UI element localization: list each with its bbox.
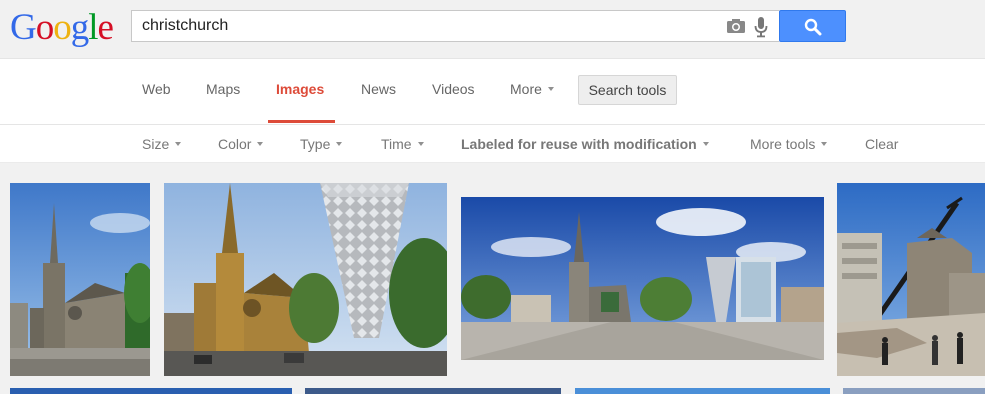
result-image-chalice-sculpture[interactable] xyxy=(164,183,447,376)
header-bar: Google xyxy=(0,0,985,59)
vertical-nav-bar: Web Maps Images News Videos More Search … xyxy=(0,59,985,125)
tab-web[interactable]: Web xyxy=(142,81,171,97)
tab-more-label: More xyxy=(510,81,542,97)
tool-clear[interactable]: Clear xyxy=(865,136,898,152)
tool-time[interactable]: Time xyxy=(381,136,424,152)
tool-more-tools[interactable]: More tools xyxy=(750,136,828,152)
result-image-earthquake-damage[interactable] xyxy=(837,183,985,376)
chevron-down-icon xyxy=(417,142,424,147)
logo-letter: l xyxy=(88,7,98,48)
logo-letter: o xyxy=(35,7,54,48)
logo-letter: o xyxy=(53,7,71,48)
tool-type-label: Type xyxy=(300,136,331,152)
search-input[interactable] xyxy=(142,11,702,41)
search-box xyxy=(131,10,779,42)
active-tab-underline xyxy=(268,120,335,123)
logo-letter: e xyxy=(97,7,114,48)
search-tools-bar: Size Color Type Time Labeled for reuse w… xyxy=(0,125,985,163)
tab-news[interactable]: News xyxy=(361,81,396,97)
tool-color[interactable]: Color xyxy=(218,136,264,152)
tool-more-tools-label: More tools xyxy=(750,136,816,152)
camera-icon[interactable] xyxy=(726,18,746,34)
google-logo[interactable]: Google xyxy=(10,7,114,48)
logo-letter: G xyxy=(10,7,37,48)
chevron-down-icon xyxy=(257,142,264,147)
result-image-row2-1[interactable] xyxy=(10,388,292,394)
result-image-row2-4[interactable] xyxy=(843,388,985,394)
tool-type[interactable]: Type xyxy=(300,136,343,152)
chevron-down-icon xyxy=(547,87,554,92)
chevron-down-icon xyxy=(175,142,182,147)
chevron-down-icon xyxy=(821,142,828,147)
search-button[interactable] xyxy=(779,10,846,42)
tool-size[interactable]: Size xyxy=(142,136,182,152)
result-image-square-panorama[interactable] xyxy=(461,197,824,360)
search-tools-button[interactable]: Search tools xyxy=(578,75,677,105)
logo-letter: g xyxy=(70,7,89,48)
tab-images[interactable]: Images xyxy=(276,81,324,97)
result-image-row2-2[interactable] xyxy=(305,388,561,394)
chevron-down-icon xyxy=(702,142,709,147)
search-icon xyxy=(804,18,822,36)
image-results-grid xyxy=(0,163,985,394)
tab-maps[interactable]: Maps xyxy=(206,81,240,97)
tool-usage-rights[interactable]: Labeled for reuse with modification xyxy=(461,136,709,152)
tool-size-label: Size xyxy=(142,136,170,152)
mic-icon[interactable] xyxy=(754,16,768,38)
tool-time-label: Time xyxy=(381,136,412,152)
tab-videos[interactable]: Videos xyxy=(432,81,475,97)
tab-more[interactable]: More xyxy=(510,81,554,97)
chevron-down-icon xyxy=(336,142,343,147)
result-image-row2-3[interactable] xyxy=(575,388,830,394)
result-image-cathedral-spire[interactable] xyxy=(10,183,150,376)
tool-usage-rights-label: Labeled for reuse with modification xyxy=(461,136,697,152)
tool-color-label: Color xyxy=(218,136,252,152)
